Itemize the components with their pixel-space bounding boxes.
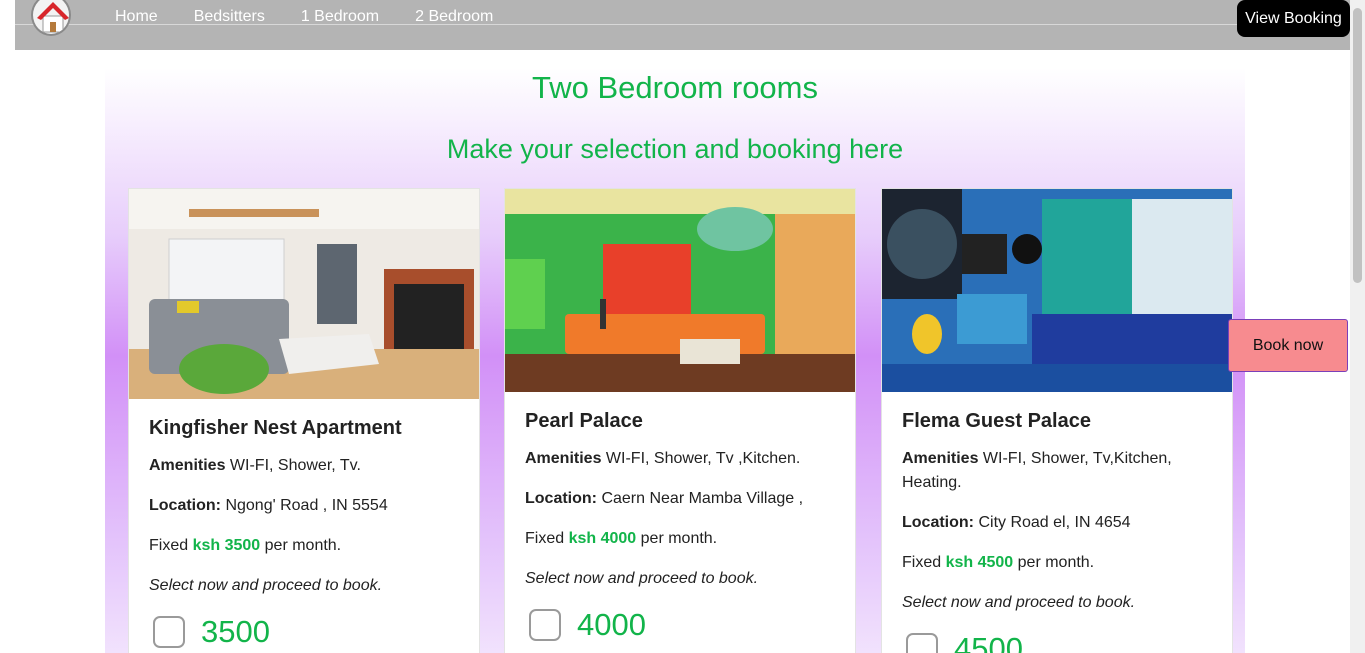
nav-bedsitters[interactable]: Bedsitters xyxy=(194,8,265,26)
select-note: Select now and proceed to book. xyxy=(149,577,383,594)
location-value: Caern Near Mamba Village , xyxy=(601,490,804,507)
room-name: Flema Guest Palace xyxy=(902,410,1091,432)
page: Home Bedsitters 1 Bedroom 2 Bedroom View… xyxy=(0,0,1365,653)
amenities-value: WI-FI, Shower, Tv ,Kitchen. xyxy=(605,450,801,467)
location-label: Location: xyxy=(902,514,974,531)
room-name: Kingfisher Nest Apartment xyxy=(149,417,402,439)
page-subtitle: Make your selection and booking here xyxy=(446,134,904,164)
location-label: Location: xyxy=(525,490,597,507)
price-value: ksh 4500 xyxy=(945,554,1014,571)
amenities-label: Amenities xyxy=(902,450,979,467)
room-card-pearl: Pearl Palace Amenities WI-FI, Shower, Tv… xyxy=(504,188,856,653)
room-card-body: Kingfisher Nest Apartment Amenities WI-F… xyxy=(129,399,479,650)
amenities-label: Amenities xyxy=(149,457,226,474)
room-photo xyxy=(129,189,479,399)
price-text: Fixed ksh 3500 per month. xyxy=(149,534,459,558)
fixed-label: Fixed xyxy=(902,554,942,571)
price-text: Fixed ksh 4500 per month. xyxy=(902,551,1212,575)
nav-1-bedroom[interactable]: 1 Bedroom xyxy=(301,8,379,26)
nav-2-bedroom[interactable]: 2 Bedroom xyxy=(415,8,493,26)
page-title: Two Bedroom rooms xyxy=(532,70,818,105)
amount-label: 4500 xyxy=(954,631,1023,653)
nav-links: Home Bedsitters 1 Bedroom 2 Bedroom xyxy=(115,8,529,26)
amenities-text: Amenities WI-FI, Shower, Tv ,Kitchen. xyxy=(525,447,835,471)
page-scrollbar[interactable] xyxy=(1350,0,1365,653)
room-card-body: Pearl Palace Amenities WI-FI, Shower, Tv… xyxy=(505,392,855,643)
room-card-flema: Flema Guest Palace Amenities WI-FI, Show… xyxy=(881,188,1233,653)
amenities-text: Amenities WI-FI, Shower, Tv,Kitchen, Hea… xyxy=(902,447,1212,495)
per-month-label: per month. xyxy=(640,530,718,547)
amenities-text: Amenities WI-FI, Shower, Tv. xyxy=(149,454,459,478)
select-row: 4500 xyxy=(902,631,1212,653)
price-value: ksh 3500 xyxy=(192,537,261,554)
room-name: Pearl Palace xyxy=(525,410,643,432)
per-month-label: per month. xyxy=(264,537,342,554)
location-value: City Road el, IN 4654 xyxy=(978,514,1131,531)
room-photo xyxy=(882,189,1232,392)
scrollbar-thumb[interactable] xyxy=(1353,8,1362,283)
location-label: Location: xyxy=(149,497,221,514)
amenities-value: WI-FI, Shower, Tv. xyxy=(229,457,361,474)
price-text: Fixed ksh 4000 per month. xyxy=(525,527,835,551)
select-checkbox[interactable] xyxy=(529,609,561,641)
room-card-kingfisher: Kingfisher Nest Apartment Amenities WI-F… xyxy=(128,188,480,653)
select-note: Select now and proceed to book. xyxy=(902,594,1136,611)
amount-label: 4000 xyxy=(577,607,646,642)
view-booking-button[interactable]: View Booking xyxy=(1237,0,1350,37)
room-card-body: Flema Guest Palace Amenities WI-FI, Show… xyxy=(882,392,1232,653)
room-photo xyxy=(505,189,855,392)
location-value: Ngong' Road , IN 5554 xyxy=(225,497,388,514)
book-now-button[interactable]: Book now xyxy=(1228,319,1348,372)
house-logo-icon[interactable] xyxy=(31,0,71,36)
location-text: Location: Caern Near Mamba Village , xyxy=(525,487,835,511)
select-row: 4000 xyxy=(525,607,835,643)
select-checkbox[interactable] xyxy=(153,616,185,648)
select-checkbox[interactable] xyxy=(906,633,938,653)
select-note: Select now and proceed to book. xyxy=(525,570,759,587)
nav-home[interactable]: Home xyxy=(115,8,158,26)
select-row: 3500 xyxy=(149,614,459,650)
fixed-label: Fixed xyxy=(525,530,565,547)
fixed-label: Fixed xyxy=(149,537,189,554)
amenities-label: Amenities xyxy=(525,450,602,467)
location-text: Location: City Road el, IN 4654 xyxy=(902,511,1212,535)
per-month-label: per month. xyxy=(1017,554,1095,571)
amount-label: 3500 xyxy=(201,614,270,649)
location-text: Location: Ngong' Road , IN 5554 xyxy=(149,494,459,518)
price-value: ksh 4000 xyxy=(568,530,637,547)
navbar: Home Bedsitters 1 Bedroom 2 Bedroom View… xyxy=(15,0,1350,50)
